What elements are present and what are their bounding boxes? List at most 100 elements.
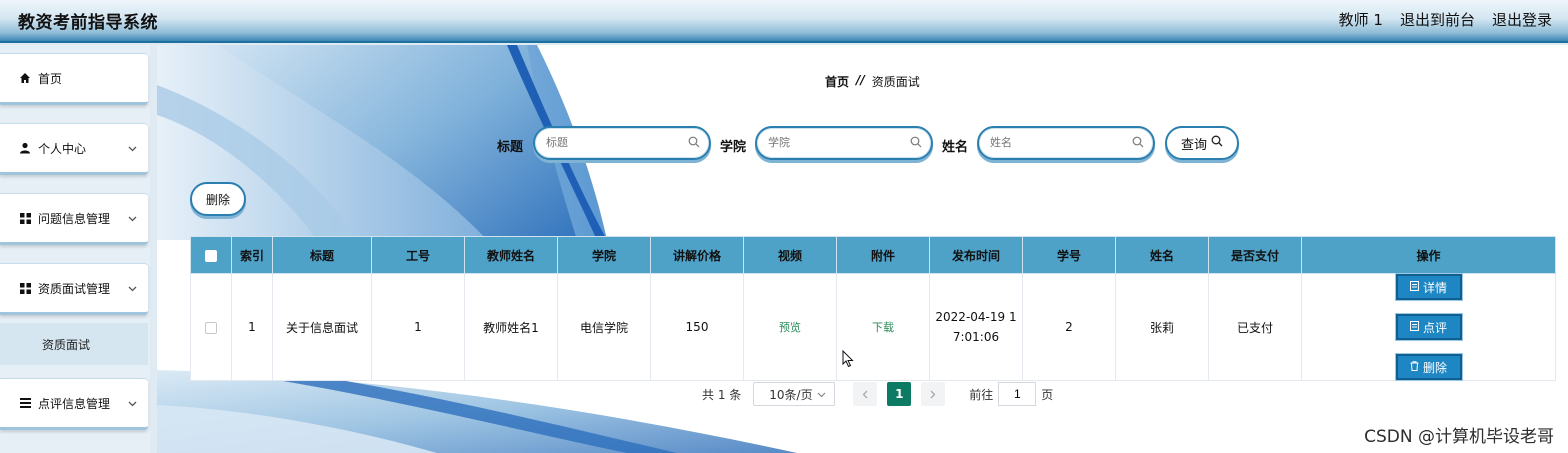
name-search-field[interactable] <box>977 126 1155 160</box>
column-header: 附件 <box>836 236 930 274</box>
chevron-right-icon <box>930 390 936 398</box>
detail-button[interactable]: 详情 <box>1395 274 1462 300</box>
query-button[interactable]: 查询 <box>1165 126 1239 160</box>
cell-operations: 详情 点评 删除 <box>1301 273 1556 381</box>
page-number-current[interactable]: 1 <box>887 382 912 406</box>
video-preview-link[interactable]: 预览 <box>779 321 801 334</box>
chevron-down-icon <box>128 397 138 410</box>
top-header: 教资考前指导系统 教师 1 退出到前台 退出登录 <box>0 0 1568 43</box>
sidebar-item-interview[interactable]: 资质面试管理 <box>0 263 148 315</box>
sidebar-item-label: 问题信息管理 <box>38 211 111 226</box>
name-search-input[interactable] <box>990 135 1130 151</box>
column-header: 索引 <box>231 236 273 274</box>
cell-paid: 已支付 <box>1208 273 1302 381</box>
attachment-download-link[interactable]: 下载 <box>872 321 894 334</box>
row-actions: 详情 点评 删除 <box>1302 274 1555 380</box>
cell-publish-time: 2022-04-19 1 7:01:06 <box>929 273 1023 381</box>
page-size-value: 10条/页 <box>769 387 813 402</box>
column-header: 标题 <box>272 236 372 274</box>
main-content: 首页 // 资质面试 标题 学院 姓名 查询 删除 <box>157 45 1568 453</box>
grid-icon <box>18 211 32 225</box>
prev-page-button[interactable] <box>853 382 878 406</box>
breadcrumb-separator: // <box>856 73 865 87</box>
chevron-down-icon <box>128 282 138 295</box>
college-search-label: 学院 <box>720 140 747 155</box>
search-icon <box>1132 136 1144 151</box>
chevron-down-icon <box>817 387 826 401</box>
row-select-cell[interactable] <box>190 273 232 381</box>
sidebar-item-comments[interactable]: 点评信息管理 <box>0 378 148 430</box>
cell-work-no: 1 <box>371 273 465 381</box>
table-row: 1 关于信息面试 1 教师姓名1 电信学院 150 预览 下载 2022-04-… <box>190 273 1556 381</box>
cell-student-no: 2 <box>1022 273 1116 381</box>
mouse-cursor-icon <box>842 350 854 368</box>
breadcrumb: 首页 // 资质面试 <box>825 73 920 90</box>
page-unit-label: 页 <box>1041 387 1054 402</box>
sidebar-item-questions[interactable]: 问题信息管理 <box>0 193 148 245</box>
cell-video: 预览 <box>743 273 837 381</box>
grid-icon <box>18 281 32 295</box>
column-header: 操作 <box>1301 236 1556 274</box>
title-search-label: 标题 <box>497 140 524 155</box>
sidebar-item-home[interactable]: 首页 <box>0 53 148 105</box>
comment-button-label: 点评 <box>1422 320 1447 335</box>
sidebar-item-profile[interactable]: 个人中心 <box>0 123 148 175</box>
breadcrumb-home[interactable]: 首页 <box>825 73 849 90</box>
sidebar-item-label: 首页 <box>38 71 63 86</box>
column-header: 学院 <box>557 236 651 274</box>
document-icon <box>1409 280 1419 294</box>
college-search-input[interactable] <box>768 135 908 151</box>
current-user[interactable]: 教师 1 <box>1339 9 1383 30</box>
total-count: 共 1 条 <box>702 387 742 402</box>
watermark: CSDN @计算机毕设老哥 <box>1364 427 1554 447</box>
college-search-field[interactable] <box>755 126 933 160</box>
document-icon <box>1409 320 1419 334</box>
cell-index: 1 <box>231 273 273 381</box>
publish-time-line2: 7:01:06 <box>952 330 1000 344</box>
column-header: 工号 <box>371 236 465 274</box>
cell-name: 张莉 <box>1115 273 1209 381</box>
sidebar-item-label: 资质面试管理 <box>38 281 111 296</box>
pagination: 共 1 条 10条/页 1 前往 页 <box>702 382 1053 406</box>
column-header: 视频 <box>743 236 837 274</box>
title-search-input[interactable] <box>546 135 686 151</box>
column-header: 姓名 <box>1115 236 1209 274</box>
publish-time-line1: 2022-04-19 1 <box>935 310 1017 324</box>
column-header: 教师姓名 <box>464 236 558 274</box>
delete-button-label: 删除 <box>1422 360 1447 375</box>
back-to-front-link[interactable]: 退出到前台 <box>1400 9 1475 30</box>
chevron-down-icon <box>128 142 138 155</box>
user-icon <box>18 141 32 155</box>
search-icon <box>1211 135 1223 151</box>
cell-price: 150 <box>650 273 744 381</box>
chevron-down-icon <box>128 212 138 225</box>
search-icon <box>688 136 700 151</box>
logout-link[interactable]: 退出登录 <box>1492 9 1552 30</box>
column-header: 学号 <box>1022 236 1116 274</box>
next-page-button[interactable] <box>921 382 946 406</box>
select-all-checkbox[interactable] <box>205 249 217 262</box>
table-header-row: 索引 标题 工号 教师姓名 学院 讲解价格 视频 附件 发布时间 学号 姓名 是… <box>190 236 1556 274</box>
query-button-label: 查询 <box>1180 137 1207 153</box>
column-header: 是否支付 <box>1208 236 1302 274</box>
delete-button[interactable]: 删除 <box>1395 354 1462 380</box>
column-header: 发布时间 <box>929 236 1023 274</box>
app-title: 教资考前指导系统 <box>18 13 158 33</box>
name-search-label: 姓名 <box>942 140 969 155</box>
comment-button[interactable]: 点评 <box>1395 314 1462 340</box>
row-checkbox[interactable] <box>205 321 217 334</box>
select-all-cell[interactable] <box>190 236 232 274</box>
breadcrumb-current: 资质面试 <box>871 75 920 89</box>
sidebar-item-label: 个人中心 <box>38 141 87 156</box>
column-header: 讲解价格 <box>650 236 744 274</box>
title-search-field[interactable] <box>533 126 711 160</box>
page-size-select[interactable]: 10条/页 <box>753 382 836 406</box>
interview-table: 索引 标题 工号 教师姓名 学院 讲解价格 视频 附件 发布时间 学号 姓名 是… <box>190 236 1556 381</box>
goto-page-input[interactable] <box>998 382 1037 406</box>
batch-delete-button[interactable]: 删除 <box>190 182 246 216</box>
goto-label: 前往 <box>969 387 994 402</box>
search-icon <box>910 136 922 151</box>
sidebar-subitem-interview[interactable]: 资质面试 <box>0 323 148 365</box>
home-icon <box>18 71 32 85</box>
sidebar: 首页 个人中心 问题信息管理 资质面试管理 资质面试 点评信息管理 <box>0 45 150 453</box>
